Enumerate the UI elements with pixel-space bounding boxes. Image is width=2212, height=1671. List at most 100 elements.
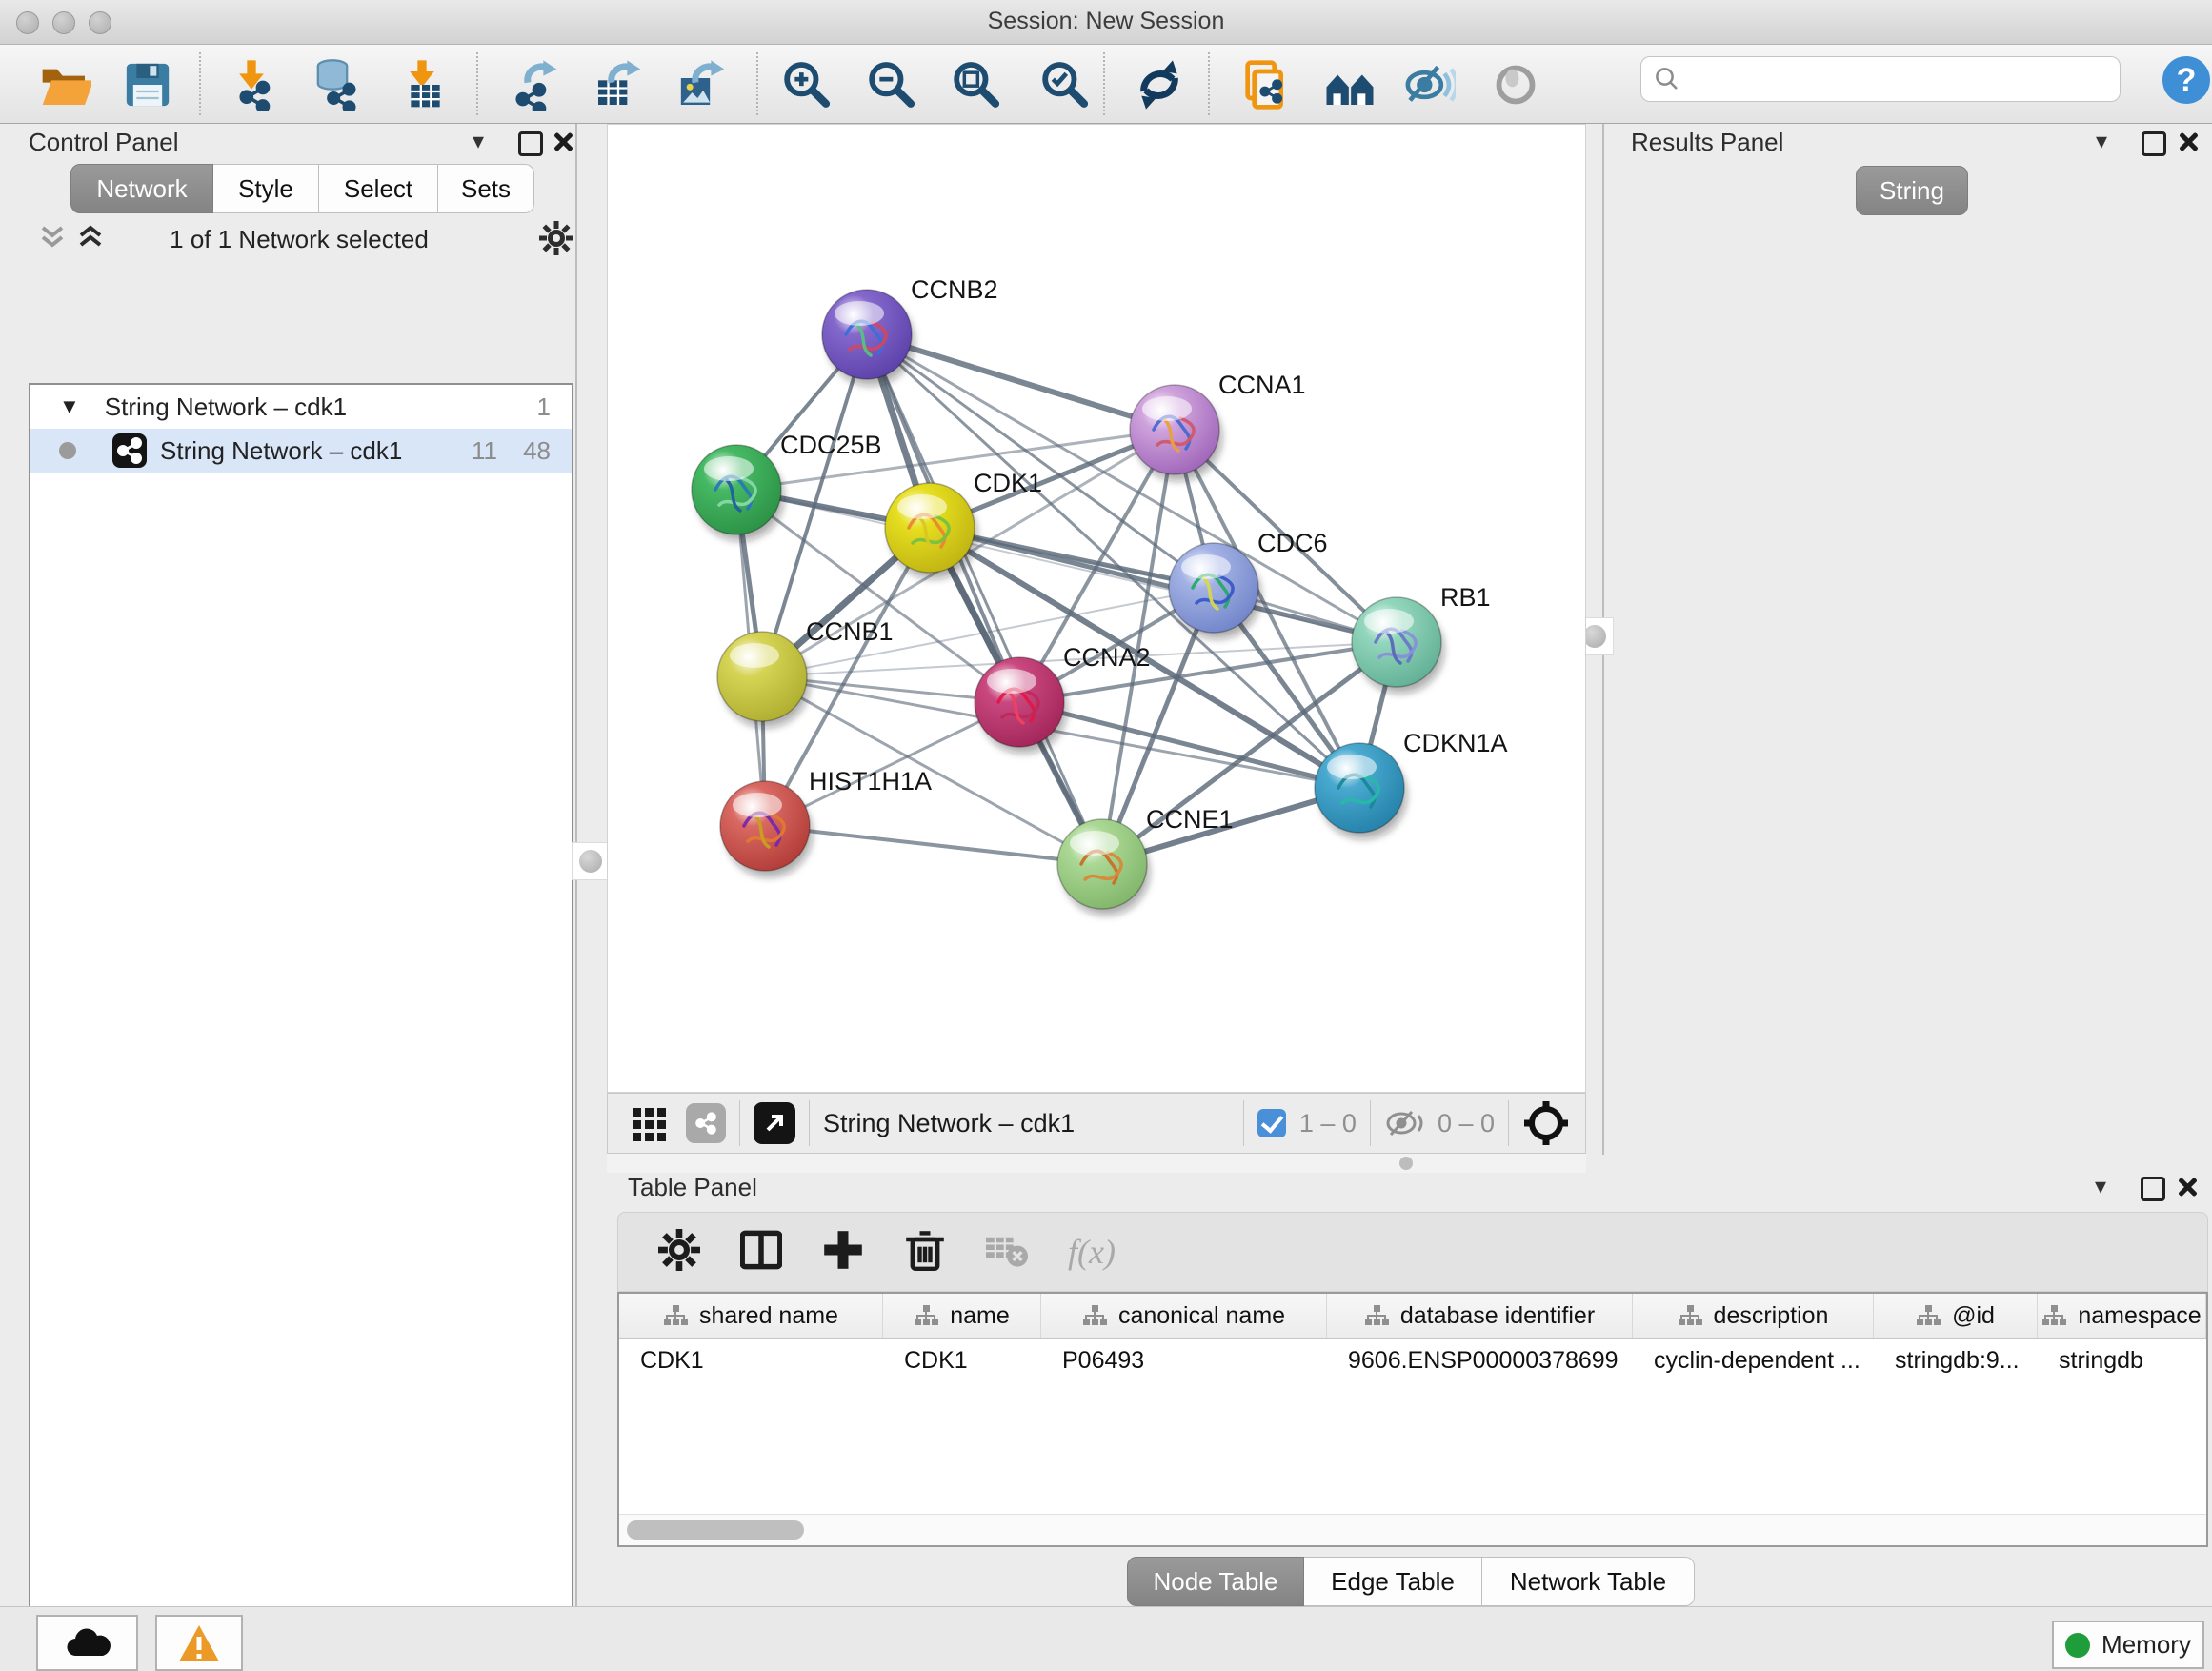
results-panel-menu-icon[interactable]: ▾ — [2096, 128, 2107, 155]
node-RB1[interactable]: RB1 — [1352, 583, 1491, 694]
import-network-file-button[interactable] — [225, 58, 278, 111]
delete-icon — [904, 1229, 946, 1271]
hide-selected-icon — [1402, 58, 1456, 111]
tab-node-table[interactable]: Node Table — [1127, 1557, 1304, 1606]
network-status-bar: String Network – cdk1 1 – 0 0 – 0 — [607, 1093, 1586, 1154]
tab-style[interactable]: Style — [213, 164, 319, 213]
results-panel-close-icon[interactable] — [2178, 131, 2199, 152]
table-cell[interactable]: stringdb — [2038, 1339, 2206, 1383]
column-header-namespace[interactable]: namespace — [2038, 1294, 2206, 1338]
save-session-button[interactable] — [121, 58, 174, 111]
left-splitter-handle[interactable] — [572, 842, 610, 880]
show-all-button[interactable] — [1489, 58, 1542, 111]
node-CDC6[interactable]: CDC6 — [1169, 529, 1328, 639]
network-collection-row[interactable]: ▼ String Network – cdk1 1 — [30, 385, 572, 429]
import-table-button[interactable] — [395, 58, 449, 111]
node-CDKN1A[interactable]: CDKN1A — [1315, 729, 1508, 839]
tab-select[interactable]: Select — [319, 164, 438, 213]
warning-button[interactable] — [155, 1615, 243, 1671]
table-cell[interactable]: CDK1 — [619, 1339, 883, 1383]
network-label: String Network – cdk1 — [160, 436, 402, 466]
window-title: Session: New Session — [0, 8, 2212, 35]
birdseye-crosshair-icon[interactable] — [1522, 1099, 1570, 1147]
gear-button[interactable] — [658, 1229, 700, 1276]
control-panel-menu-icon[interactable]: ▾ — [473, 128, 484, 155]
clone-network-button[interactable] — [1237, 58, 1290, 111]
edge-HIST1H1A-CCNE1[interactable] — [765, 826, 1102, 864]
search-input[interactable] — [1681, 65, 2095, 93]
tab-sets[interactable]: Sets — [438, 164, 534, 213]
node-label-RB1: RB1 — [1440, 583, 1491, 612]
network-title: String Network – cdk1 — [823, 1109, 1075, 1138]
zoom-out-button[interactable] — [864, 58, 917, 111]
tab-string[interactable]: String — [1856, 166, 1968, 215]
tab-network[interactable]: Network — [70, 164, 213, 213]
zoom-fit-button[interactable] — [949, 58, 1002, 111]
control-panel: Control Panel ▾ NetworkStyleSelectSets 1… — [8, 124, 575, 1606]
node-CCNA1[interactable]: CCNA1 — [1130, 371, 1306, 481]
memory-button[interactable]: Memory — [2052, 1621, 2204, 1669]
gear-icon — [658, 1229, 700, 1271]
toolbar-separator — [1103, 52, 1105, 115]
delete-button[interactable] — [904, 1229, 946, 1276]
table-horizontal-scrollbar[interactable] — [619, 1514, 2206, 1545]
export-table-button[interactable] — [592, 58, 645, 111]
toolbar-separator — [476, 52, 478, 115]
table-cell[interactable]: cyclin-dependent ... — [1633, 1339, 1874, 1383]
attribute-type-icon — [914, 1304, 938, 1327]
zoom-selected-button[interactable] — [1037, 58, 1091, 111]
network-canvas[interactable]: CCNB2 CCNA1 CDC25B CDK1 CDC6 RB1 CCNB1 C… — [607, 124, 1586, 1093]
refresh-button[interactable] — [1133, 58, 1186, 111]
network-options-gear-icon[interactable] — [539, 221, 573, 255]
results-panel-float-icon[interactable] — [2142, 131, 2166, 156]
table-cell[interactable]: P06493 — [1041, 1339, 1327, 1383]
network-share-icon[interactable] — [686, 1103, 726, 1143]
warning-icon — [177, 1623, 221, 1663]
node-CCNB1[interactable]: CCNB1 — [717, 617, 894, 728]
tab-network-table[interactable]: Network Table — [1482, 1557, 1695, 1606]
network-row[interactable]: String Network – cdk1 11 48 — [30, 429, 572, 473]
open-session-button[interactable] — [38, 58, 91, 111]
table-cell[interactable]: 9606.ENSP00000378699 — [1327, 1339, 1633, 1383]
attribute-type-icon — [1082, 1304, 1107, 1327]
table-panel-close-icon[interactable] — [2177, 1177, 2198, 1198]
search-box[interactable] — [1640, 56, 2121, 102]
column-header-canonicalname[interactable]: canonical name — [1041, 1294, 1327, 1338]
selected-nodes-checkbox-icon[interactable] — [1257, 1109, 1286, 1137]
tab-edge-table[interactable]: Edge Table — [1304, 1557, 1482, 1606]
delete-table-icon — [986, 1229, 1028, 1271]
column-header-sharedname[interactable]: shared name — [619, 1294, 883, 1338]
open-in-new-icon[interactable] — [754, 1102, 795, 1144]
control-panel-close-icon[interactable] — [553, 131, 573, 152]
hide-selected-button[interactable] — [1402, 58, 1456, 111]
cloud-button[interactable] — [36, 1615, 138, 1671]
first-neighbors-button[interactable] — [1323, 58, 1377, 111]
export-image-button[interactable] — [675, 58, 729, 111]
node-CDC25B[interactable]: CDC25B — [692, 431, 882, 541]
column-header-description[interactable]: description — [1633, 1294, 1874, 1338]
scrollbar-thumb[interactable] — [627, 1520, 804, 1540]
add-button[interactable] — [822, 1229, 864, 1276]
table-cell[interactable]: CDK1 — [883, 1339, 1041, 1383]
export-network-button[interactable] — [508, 58, 561, 111]
node-label-CCNB2: CCNB2 — [911, 275, 998, 304]
table-panel-float-icon[interactable] — [2141, 1177, 2165, 1201]
grid-view-icon[interactable] — [631, 1104, 669, 1142]
split-columns-button[interactable] — [740, 1229, 782, 1276]
node-HIST1H1A[interactable]: HIST1H1A — [720, 767, 932, 877]
horizontal-splitter[interactable] — [607, 1154, 1586, 1173]
collection-caret-icon[interactable]: ▼ — [59, 394, 80, 419]
node-layer: CCNB2 CCNA1 CDC25B CDK1 CDC6 RB1 CCNB1 C… — [692, 275, 1508, 916]
column-header-id[interactable]: @id — [1874, 1294, 2038, 1338]
help-button[interactable]: ? — [2161, 54, 2212, 111]
zoom-fit-icon — [949, 58, 1002, 111]
table-cell[interactable]: stringdb:9... — [1874, 1339, 2038, 1383]
import-network-db-button[interactable] — [306, 58, 359, 111]
column-header-name[interactable]: name — [883, 1294, 1041, 1338]
table-panel-menu-icon[interactable]: ▾ — [2095, 1173, 2106, 1200]
column-header-databaseidentifier[interactable]: database identifier — [1327, 1294, 1633, 1338]
table-row[interactable]: CDK1CDK1P064939606.ENSP00000378699cyclin… — [619, 1339, 2206, 1383]
hidden-elements-eye-icon[interactable] — [1384, 1107, 1426, 1139]
control-panel-float-icon[interactable] — [518, 131, 543, 156]
zoom-in-button[interactable] — [779, 58, 833, 111]
